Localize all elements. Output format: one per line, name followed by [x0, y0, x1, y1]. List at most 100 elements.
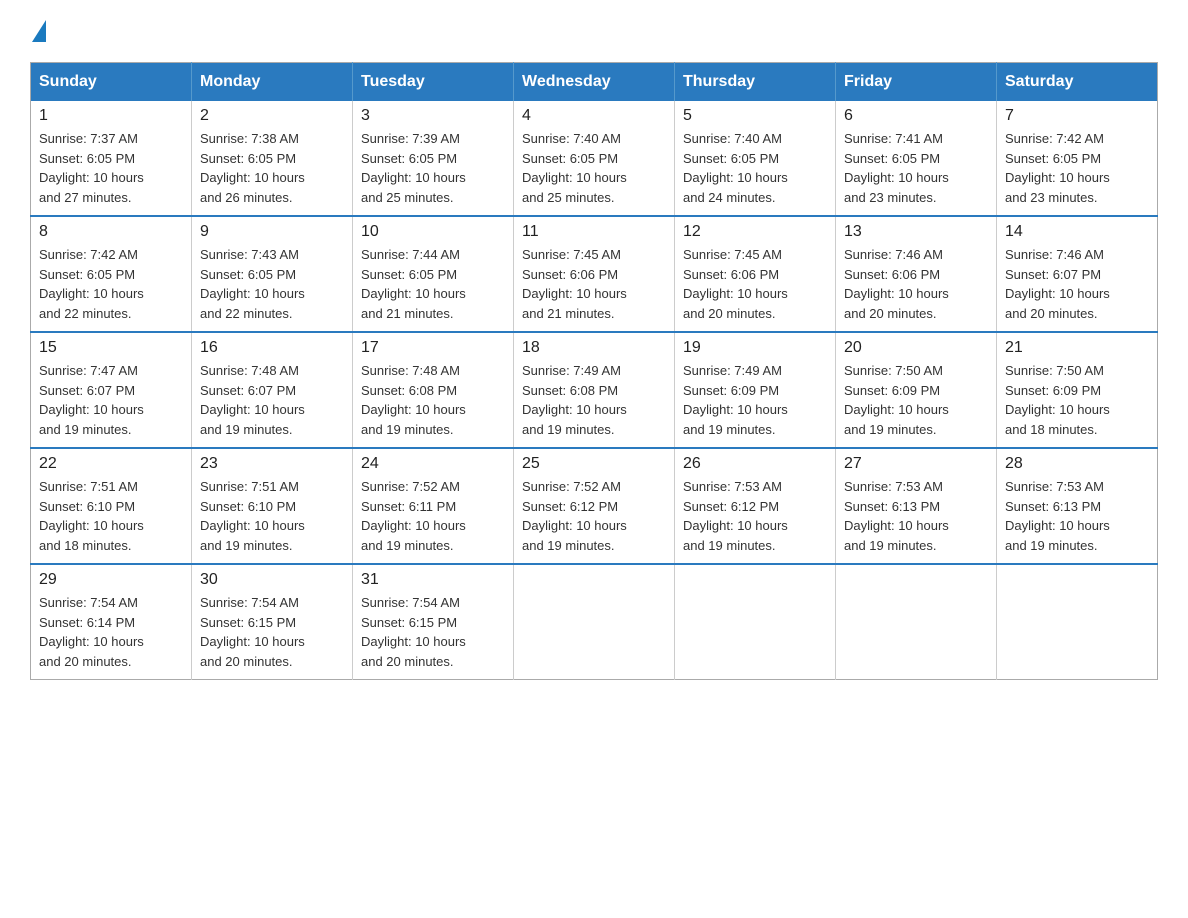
- day-number: 17: [361, 339, 505, 357]
- day-number: 3: [361, 107, 505, 125]
- day-info: Sunrise: 7:52 AMSunset: 6:11 PMDaylight:…: [361, 477, 505, 555]
- day-number: 26: [683, 455, 827, 473]
- day-info: Sunrise: 7:37 AMSunset: 6:05 PMDaylight:…: [39, 129, 183, 207]
- day-number: 7: [1005, 107, 1149, 125]
- day-info: Sunrise: 7:49 AMSunset: 6:09 PMDaylight:…: [683, 361, 827, 439]
- day-number: 20: [844, 339, 988, 357]
- day-number: 15: [39, 339, 183, 357]
- day-info: Sunrise: 7:53 AMSunset: 6:13 PMDaylight:…: [1005, 477, 1149, 555]
- calendar-day-cell: 27 Sunrise: 7:53 AMSunset: 6:13 PMDaylig…: [836, 448, 997, 564]
- calendar-day-cell: 21 Sunrise: 7:50 AMSunset: 6:09 PMDaylig…: [997, 332, 1158, 448]
- day-info: Sunrise: 7:46 AMSunset: 6:07 PMDaylight:…: [1005, 245, 1149, 323]
- calendar-day-cell: 15 Sunrise: 7:47 AMSunset: 6:07 PMDaylig…: [31, 332, 192, 448]
- calendar-day-cell: 28 Sunrise: 7:53 AMSunset: 6:13 PMDaylig…: [997, 448, 1158, 564]
- day-number: 4: [522, 107, 666, 125]
- day-number: 25: [522, 455, 666, 473]
- day-info: Sunrise: 7:54 AMSunset: 6:15 PMDaylight:…: [200, 593, 344, 671]
- day-info: Sunrise: 7:43 AMSunset: 6:05 PMDaylight:…: [200, 245, 344, 323]
- day-number: 18: [522, 339, 666, 357]
- day-number: 22: [39, 455, 183, 473]
- day-number: 23: [200, 455, 344, 473]
- day-info: Sunrise: 7:40 AMSunset: 6:05 PMDaylight:…: [522, 129, 666, 207]
- day-number: 2: [200, 107, 344, 125]
- logo: [30, 20, 48, 42]
- page-header: [30, 20, 1158, 42]
- calendar-day-cell: [675, 564, 836, 680]
- day-info: Sunrise: 7:49 AMSunset: 6:08 PMDaylight:…: [522, 361, 666, 439]
- calendar-day-cell: 16 Sunrise: 7:48 AMSunset: 6:07 PMDaylig…: [192, 332, 353, 448]
- calendar-day-cell: 19 Sunrise: 7:49 AMSunset: 6:09 PMDaylig…: [675, 332, 836, 448]
- calendar-week-row: 22 Sunrise: 7:51 AMSunset: 6:10 PMDaylig…: [31, 448, 1158, 564]
- day-number: 29: [39, 571, 183, 589]
- calendar-day-cell: 26 Sunrise: 7:53 AMSunset: 6:12 PMDaylig…: [675, 448, 836, 564]
- day-number: 19: [683, 339, 827, 357]
- day-info: Sunrise: 7:53 AMSunset: 6:13 PMDaylight:…: [844, 477, 988, 555]
- day-number: 10: [361, 223, 505, 241]
- day-info: Sunrise: 7:40 AMSunset: 6:05 PMDaylight:…: [683, 129, 827, 207]
- day-info: Sunrise: 7:42 AMSunset: 6:05 PMDaylight:…: [39, 245, 183, 323]
- calendar-day-header: Monday: [192, 63, 353, 102]
- day-info: Sunrise: 7:39 AMSunset: 6:05 PMDaylight:…: [361, 129, 505, 207]
- calendar-day-cell: 14 Sunrise: 7:46 AMSunset: 6:07 PMDaylig…: [997, 216, 1158, 332]
- day-info: Sunrise: 7:45 AMSunset: 6:06 PMDaylight:…: [683, 245, 827, 323]
- calendar-day-cell: 22 Sunrise: 7:51 AMSunset: 6:10 PMDaylig…: [31, 448, 192, 564]
- calendar-day-cell: 13 Sunrise: 7:46 AMSunset: 6:06 PMDaylig…: [836, 216, 997, 332]
- day-info: Sunrise: 7:48 AMSunset: 6:07 PMDaylight:…: [200, 361, 344, 439]
- day-info: Sunrise: 7:47 AMSunset: 6:07 PMDaylight:…: [39, 361, 183, 439]
- day-number: 27: [844, 455, 988, 473]
- calendar-day-header: Wednesday: [514, 63, 675, 102]
- day-number: 28: [1005, 455, 1149, 473]
- day-info: Sunrise: 7:44 AMSunset: 6:05 PMDaylight:…: [361, 245, 505, 323]
- calendar-day-cell: 25 Sunrise: 7:52 AMSunset: 6:12 PMDaylig…: [514, 448, 675, 564]
- calendar-day-header: Tuesday: [353, 63, 514, 102]
- day-number: 30: [200, 571, 344, 589]
- calendar-day-cell: 8 Sunrise: 7:42 AMSunset: 6:05 PMDayligh…: [31, 216, 192, 332]
- day-info: Sunrise: 7:54 AMSunset: 6:15 PMDaylight:…: [361, 593, 505, 671]
- day-number: 5: [683, 107, 827, 125]
- calendar-day-cell: 7 Sunrise: 7:42 AMSunset: 6:05 PMDayligh…: [997, 101, 1158, 216]
- day-number: 24: [361, 455, 505, 473]
- day-number: 1: [39, 107, 183, 125]
- calendar-day-cell: 2 Sunrise: 7:38 AMSunset: 6:05 PMDayligh…: [192, 101, 353, 216]
- calendar-day-cell: 20 Sunrise: 7:50 AMSunset: 6:09 PMDaylig…: [836, 332, 997, 448]
- day-info: Sunrise: 7:52 AMSunset: 6:12 PMDaylight:…: [522, 477, 666, 555]
- logo-triangle-icon: [32, 20, 46, 42]
- day-info: Sunrise: 7:50 AMSunset: 6:09 PMDaylight:…: [844, 361, 988, 439]
- day-info: Sunrise: 7:50 AMSunset: 6:09 PMDaylight:…: [1005, 361, 1149, 439]
- day-number: 16: [200, 339, 344, 357]
- day-info: Sunrise: 7:54 AMSunset: 6:14 PMDaylight:…: [39, 593, 183, 671]
- day-info: Sunrise: 7:48 AMSunset: 6:08 PMDaylight:…: [361, 361, 505, 439]
- day-info: Sunrise: 7:51 AMSunset: 6:10 PMDaylight:…: [39, 477, 183, 555]
- calendar-day-header: Saturday: [997, 63, 1158, 102]
- calendar-day-cell: 18 Sunrise: 7:49 AMSunset: 6:08 PMDaylig…: [514, 332, 675, 448]
- calendar-day-cell: 5 Sunrise: 7:40 AMSunset: 6:05 PMDayligh…: [675, 101, 836, 216]
- calendar-week-row: 1 Sunrise: 7:37 AMSunset: 6:05 PMDayligh…: [31, 101, 1158, 216]
- calendar-day-cell: 12 Sunrise: 7:45 AMSunset: 6:06 PMDaylig…: [675, 216, 836, 332]
- calendar-day-header: Sunday: [31, 63, 192, 102]
- day-number: 13: [844, 223, 988, 241]
- calendar-day-cell: 17 Sunrise: 7:48 AMSunset: 6:08 PMDaylig…: [353, 332, 514, 448]
- calendar-day-cell: 6 Sunrise: 7:41 AMSunset: 6:05 PMDayligh…: [836, 101, 997, 216]
- calendar-week-row: 15 Sunrise: 7:47 AMSunset: 6:07 PMDaylig…: [31, 332, 1158, 448]
- day-number: 14: [1005, 223, 1149, 241]
- day-number: 6: [844, 107, 988, 125]
- calendar-table: SundayMondayTuesdayWednesdayThursdayFrid…: [30, 62, 1158, 680]
- calendar-day-cell: [997, 564, 1158, 680]
- day-info: Sunrise: 7:38 AMSunset: 6:05 PMDaylight:…: [200, 129, 344, 207]
- calendar-day-cell: 1 Sunrise: 7:37 AMSunset: 6:05 PMDayligh…: [31, 101, 192, 216]
- calendar-day-header: Thursday: [675, 63, 836, 102]
- calendar-day-cell: 24 Sunrise: 7:52 AMSunset: 6:11 PMDaylig…: [353, 448, 514, 564]
- calendar-day-cell: [836, 564, 997, 680]
- day-info: Sunrise: 7:53 AMSunset: 6:12 PMDaylight:…: [683, 477, 827, 555]
- calendar-day-header: Friday: [836, 63, 997, 102]
- calendar-day-cell: 30 Sunrise: 7:54 AMSunset: 6:15 PMDaylig…: [192, 564, 353, 680]
- day-info: Sunrise: 7:51 AMSunset: 6:10 PMDaylight:…: [200, 477, 344, 555]
- calendar-day-cell: 11 Sunrise: 7:45 AMSunset: 6:06 PMDaylig…: [514, 216, 675, 332]
- calendar-day-cell: 4 Sunrise: 7:40 AMSunset: 6:05 PMDayligh…: [514, 101, 675, 216]
- day-number: 8: [39, 223, 183, 241]
- calendar-day-cell: [514, 564, 675, 680]
- calendar-day-cell: 10 Sunrise: 7:44 AMSunset: 6:05 PMDaylig…: [353, 216, 514, 332]
- calendar-week-row: 8 Sunrise: 7:42 AMSunset: 6:05 PMDayligh…: [31, 216, 1158, 332]
- day-info: Sunrise: 7:41 AMSunset: 6:05 PMDaylight:…: [844, 129, 988, 207]
- calendar-day-cell: 31 Sunrise: 7:54 AMSunset: 6:15 PMDaylig…: [353, 564, 514, 680]
